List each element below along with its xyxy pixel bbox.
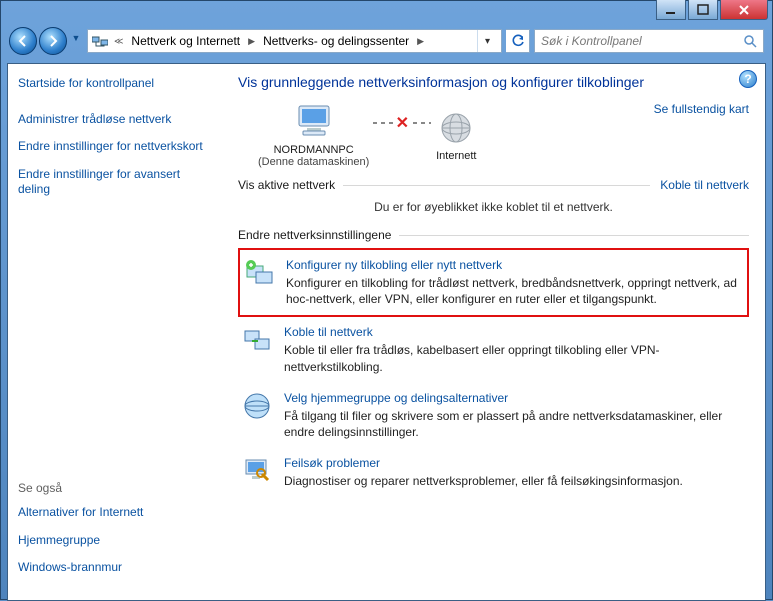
globe-icon — [435, 110, 477, 146]
full-map-link[interactable]: Se fullstendig kart — [654, 102, 749, 116]
change-settings-title: Endre nettverksinnstillingene — [238, 228, 391, 242]
task-troubleshoot[interactable]: Feilsøk problemer Diagnostiser og repare… — [238, 448, 749, 497]
minimize-button[interactable] — [656, 0, 686, 20]
content-area: Startside for kontrollpanel Administrer … — [7, 63, 766, 601]
sidebar-link-advanced-sharing[interactable]: Endre innstillinger for avansert deling — [18, 167, 210, 198]
task-troubleshoot-desc: Diagnostiser og reparer nettverksproblem… — [284, 473, 683, 489]
address-bar: ▼ ≪ Nettverk og Internett ▶ Nettverks- o… — [9, 25, 764, 57]
page-title: Vis grunnleggende nettverksinformasjon o… — [238, 74, 749, 90]
maximize-button[interactable] — [688, 0, 718, 20]
search-placeholder: Søk i Kontrollpanel — [541, 34, 642, 48]
network-center-icon — [92, 33, 108, 49]
breadcrumb-separator: ≪ — [112, 36, 125, 47]
sidebar: Startside for kontrollpanel Administrer … — [8, 64, 220, 600]
address-dropdown[interactable]: ▾ — [477, 30, 497, 52]
search-icon — [743, 34, 757, 48]
close-button[interactable] — [720, 0, 768, 20]
task-connect-network-desc: Koble til eller fra trådløs, kabelbasert… — [284, 342, 745, 374]
see-also-heading: Se også — [18, 481, 210, 495]
breadcrumb-item[interactable]: Nettverks- og delingssenter — [257, 34, 415, 48]
back-button[interactable] — [9, 27, 37, 55]
sidebar-link-adapter[interactable]: Endre innstillinger for nettverkskort — [18, 139, 210, 155]
task-new-connection[interactable]: Konfigurer ny tilkobling eller nytt nett… — [238, 248, 749, 317]
task-homegroup-desc: Få tilgang til filer og skrivere som er … — [284, 408, 745, 440]
new-connection-icon — [244, 258, 274, 288]
address-field[interactable]: ≪ Nettverk og Internett ▶ Nettverks- og … — [87, 29, 502, 53]
breadcrumb-item[interactable]: Nettverk og Internett — [125, 34, 246, 48]
main-panel: ? Vis grunnleggende nettverksinformasjon… — [220, 64, 765, 600]
task-troubleshoot-link[interactable]: Feilsøk problemer — [284, 456, 683, 470]
change-settings-section: Endre nettverksinnstillingene Konfigurer… — [238, 228, 749, 497]
sidebar-home-link[interactable]: Startside for kontrollpanel — [18, 76, 210, 92]
sidebar-link-internet-options[interactable]: Alternativer for Internett — [18, 505, 210, 521]
task-connect-network[interactable]: Koble til nettverk Koble til eller fra t… — [238, 317, 749, 382]
task-homegroup[interactable]: Velg hjemmegruppe og delingsalternativer… — [238, 383, 749, 448]
forward-button[interactable] — [39, 27, 67, 55]
computer-icon — [293, 104, 335, 140]
sidebar-link-homegroup[interactable]: Hjemmegruppe — [18, 533, 210, 549]
homegroup-icon — [242, 391, 272, 421]
active-networks-title: Vis aktive nettverk — [238, 178, 335, 192]
titlebar — [1, 1, 772, 21]
refresh-button[interactable] — [506, 29, 530, 53]
map-node-this-pc: NORDMANNPC (Denne datamaskinen) — [258, 104, 369, 168]
disconnected-icon: ✕ — [396, 113, 409, 133]
sidebar-link-wireless[interactable]: Administrer trådløse nettverk — [18, 112, 210, 128]
sidebar-link-firewall[interactable]: Windows-brannmur — [18, 560, 210, 576]
task-new-connection-link[interactable]: Konfigurer ny tilkobling eller nytt nett… — [286, 258, 743, 272]
task-connect-network-link[interactable]: Koble til nettverk — [284, 325, 745, 339]
map-pc-name: NORDMANNPC — [258, 144, 369, 156]
window-controls — [656, 0, 768, 20]
map-node-internet: Internett — [435, 110, 477, 162]
search-input[interactable]: Søk i Kontrollpanel — [534, 29, 764, 53]
task-homegroup-link[interactable]: Velg hjemmegruppe og delingsalternativer — [284, 391, 745, 405]
window: ▼ ≪ Nettverk og Internett ▶ Nettverks- o… — [0, 0, 773, 600]
map-internet-label: Internett — [435, 150, 477, 162]
active-networks-section: Vis aktive nettverk Koble til nettverk D… — [238, 178, 749, 218]
connect-network-icon — [242, 325, 272, 355]
troubleshoot-icon — [242, 456, 272, 486]
chevron-right-icon[interactable]: ▶ — [415, 36, 426, 47]
no-connection-text: Du er for øyeblikket ikke koblet til et … — [238, 198, 749, 218]
chevron-right-icon[interactable]: ▶ — [246, 36, 257, 47]
address-end-controls: ▾ — [477, 30, 497, 52]
nav-history-dropdown[interactable]: ▼ — [69, 27, 83, 49]
connect-network-link[interactable]: Koble til nettverk — [660, 178, 749, 192]
map-pc-subtitle: (Denne datamaskinen) — [258, 156, 369, 168]
help-icon[interactable]: ? — [739, 70, 757, 88]
map-connection-broken: ✕ — [373, 122, 431, 124]
task-new-connection-desc: Konfigurer en tilkobling for trådløst ne… — [286, 275, 743, 307]
nav-buttons: ▼ — [9, 27, 83, 55]
